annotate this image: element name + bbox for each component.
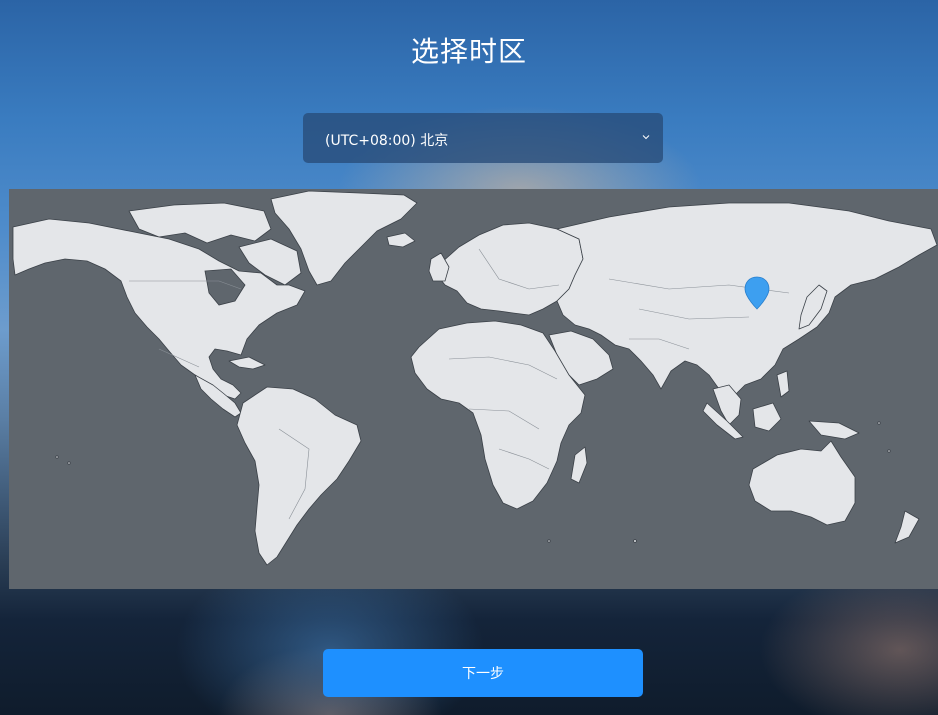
map-land-iceland[interactable]: [386, 232, 416, 248]
map-land-new-guinea[interactable]: [808, 420, 860, 440]
map-land-cuba[interactable]: [228, 356, 266, 370]
world-map[interactable]: [9, 189, 938, 589]
map-land-madagascar[interactable]: [570, 446, 588, 484]
chevron-down-icon: [642, 135, 650, 140]
timezone-dropdown-value: (UTC+08:00) 北京: [325, 133, 449, 149]
timezone-dropdown[interactable]: (UTC+08:00) 北京: [303, 113, 663, 163]
map-land-new-zealand[interactable]: [894, 510, 920, 544]
map-land-south-america[interactable]: [236, 386, 362, 566]
map-land-uk[interactable]: [428, 252, 450, 282]
map-land-australia[interactable]: [748, 440, 856, 526]
map-land-asia[interactable]: [556, 202, 938, 400]
map-land-philippines[interactable]: [776, 370, 790, 398]
page-title: 选择时区: [410, 35, 527, 68]
map-land-borneo[interactable]: [752, 402, 782, 432]
next-step-button[interactable]: 下一步: [323, 649, 643, 697]
